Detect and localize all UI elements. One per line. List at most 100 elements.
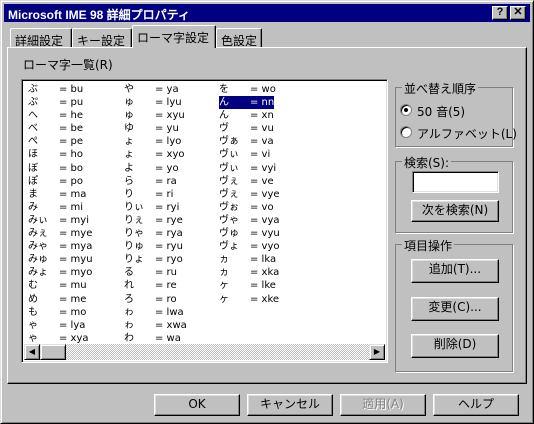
list-item[interactable]: ヴ = vu — [219, 122, 280, 135]
list-item[interactable]: ヴぃ = vyi — [219, 162, 280, 175]
ok-button[interactable]: OK — [154, 394, 240, 416]
horizontal-scrollbar[interactable]: ◀ ▶ — [24, 344, 385, 360]
list-item[interactable]: ほ = ho — [28, 148, 93, 161]
list-item[interactable]: み = mi — [28, 201, 93, 214]
list-item[interactable]: ぺ = pe — [28, 135, 93, 148]
cancel-button[interactable]: キャンセル — [247, 394, 333, 416]
list-item[interactable]: みぇ = mye — [28, 227, 93, 240]
sort-50on-label[interactable]: 50 音(5) — [417, 103, 465, 120]
tab-romaji[interactable]: ローマ字設定 — [132, 25, 216, 48]
romaji-text: = mu — [59, 280, 87, 292]
change-button[interactable]: 変更(C)... — [411, 297, 499, 321]
tab-colors[interactable]: 色設定 — [216, 28, 262, 48]
list-item[interactable]: も = mo — [28, 306, 93, 319]
list-item[interactable]: や = ya — [124, 83, 187, 96]
list-item[interactable]: ょ = lyo — [124, 135, 187, 148]
list-item[interactable]: を = wo — [219, 83, 280, 96]
kana-text: ん — [219, 110, 229, 122]
romaji-text: = lya — [59, 319, 86, 331]
list-item[interactable]: へ = he — [28, 109, 93, 122]
sort-50on-radio[interactable] — [400, 104, 412, 116]
kana-text: ヵ — [219, 254, 229, 266]
close-icon[interactable]: ✕ — [510, 6, 526, 20]
list-item[interactable]: ヴゃ = vya — [219, 214, 280, 227]
list-item[interactable]: ヵ = lka — [219, 253, 280, 266]
list-item[interactable]: り = ri — [124, 188, 187, 201]
list-item[interactable]: りぇ = rye — [124, 214, 187, 227]
list-item[interactable]: ん = nn — [219, 96, 280, 110]
list-item[interactable]: ら = ra — [124, 175, 187, 188]
list-item[interactable]: みゃ = mya — [28, 240, 93, 253]
kana-text: ぽ — [28, 175, 38, 187]
list-item[interactable]: みゅ = myu — [28, 253, 93, 266]
romaji-text: = ryu — [155, 241, 183, 253]
romaji-text: = vo — [250, 201, 274, 213]
search-input[interactable] — [412, 171, 499, 193]
list-item[interactable]: ぷ = pu — [28, 96, 93, 109]
list-item[interactable]: りゃ = rya — [124, 227, 187, 240]
list-item[interactable]: む = mu — [28, 279, 93, 292]
romaji-text: = ryo — [155, 254, 183, 266]
kana-text: みゅ — [28, 254, 48, 266]
tab-keys[interactable]: キー設定 — [72, 28, 132, 48]
sort-alphabet-label[interactable]: アルファベット(L) — [417, 125, 517, 142]
list-item[interactable]: ゃ = lya — [28, 319, 93, 332]
sort-alphabet-radio[interactable] — [400, 126, 412, 138]
list-item[interactable]: ゅ = lyu — [124, 96, 187, 109]
list-item[interactable]: みぃ = myi — [28, 214, 93, 227]
list-item[interactable]: よ = yo — [124, 162, 187, 175]
help-button[interactable]: ヘルプ — [433, 394, 519, 416]
romaji-text: = bu — [59, 84, 84, 95]
list-item[interactable]: ヴぇ = vye — [219, 188, 280, 201]
romaji-list[interactable]: ぶ = bu ぷ = pu へ = he べ = be ぺ = pe ほ = ho ぼ = bo ぽ = po… — [21, 79, 388, 363]
list-item[interactable]: れ = re — [124, 279, 187, 292]
list-item[interactable]: ヴぁ = va — [219, 135, 280, 148]
list-item[interactable]: ろ = ro — [124, 293, 187, 306]
list-item[interactable]: ぶ = bu — [28, 83, 93, 96]
list-item[interactable]: ヴぉ = vo — [219, 201, 280, 214]
romaji-text: = re — [155, 280, 177, 292]
list-item[interactable]: ゎ = xwa — [124, 319, 187, 332]
list-item[interactable]: ょ = xyo — [124, 148, 187, 161]
list-item[interactable]: ヵ = xka — [219, 266, 280, 279]
list-item[interactable]: ヶ = xke — [219, 293, 280, 306]
list-item[interactable]: りぃ = ryi — [124, 201, 187, 214]
delete-button[interactable]: 削除(D) — [411, 334, 499, 358]
scroll-right-icon[interactable]: ▶ — [369, 344, 385, 360]
help-title-button[interactable]: ? — [492, 6, 508, 20]
list-item[interactable]: りょ = ryo — [124, 253, 187, 266]
list-item[interactable]: ヴぇ = ve — [219, 175, 280, 188]
title-bar[interactable]: Microsoft IME 98 詳細プロパティ ? ✕ — [4, 4, 530, 22]
list-item[interactable]: ぼ = bo — [28, 162, 93, 175]
kana-text: り — [124, 188, 134, 200]
kana-text: ま — [28, 188, 38, 200]
list-item[interactable]: ヴゅ = vyu — [219, 227, 280, 240]
list-item[interactable]: ヶ = lke — [219, 279, 280, 292]
kana-text: る — [124, 267, 134, 279]
kana-text: ヴゃ — [219, 214, 239, 226]
list-item[interactable]: ゅ = xyu — [124, 109, 187, 122]
kana-text: ぷ — [28, 97, 38, 109]
scroll-left-icon[interactable]: ◀ — [24, 344, 40, 360]
tab-advanced[interactable]: 詳細設定 — [10, 28, 72, 48]
list-item[interactable]: わ = wa — [124, 332, 187, 345]
list-item[interactable]: ぽ = po — [28, 175, 93, 188]
find-next-button[interactable]: 次を検索(N) — [411, 200, 499, 222]
list-item[interactable]: め = me — [28, 293, 93, 306]
list-item[interactable]: ゆ = yu — [124, 122, 187, 135]
list-item[interactable]: る = ru — [124, 266, 187, 279]
kana-text: ょ — [124, 149, 134, 161]
list-item[interactable]: ま = ma — [28, 188, 93, 201]
scroll-thumb[interactable] — [40, 344, 66, 360]
list-item[interactable]: ん = xn — [219, 109, 280, 122]
list-item[interactable]: ヴょ = vyo — [219, 240, 280, 253]
list-item[interactable]: ヴぃ = vi — [219, 148, 280, 161]
kana-text: ろ — [124, 293, 134, 305]
list-item[interactable]: みょ = myo — [28, 266, 93, 279]
list-item[interactable]: りゅ = ryu — [124, 240, 187, 253]
add-button[interactable]: 追加(T)... — [411, 259, 499, 283]
list-item[interactable]: ゎ = lwa — [124, 306, 187, 319]
list-item[interactable]: べ = be — [28, 122, 93, 135]
list-item[interactable]: ゃ = xya — [28, 332, 93, 345]
apply-button[interactable]: 適用(A) — [340, 394, 426, 416]
